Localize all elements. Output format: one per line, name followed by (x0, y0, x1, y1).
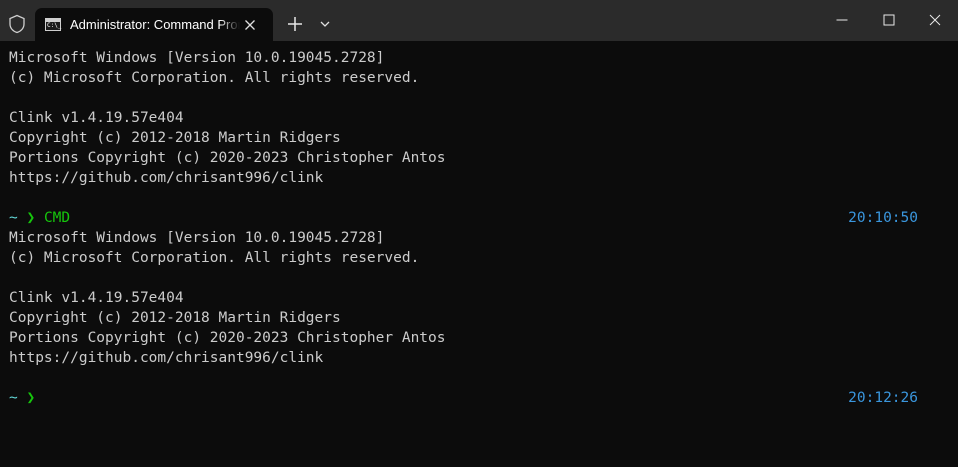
output-line: Copyright (c) 2012-2018 Martin Ridgers (9, 310, 341, 326)
prompt-time: 20:10:50 (848, 210, 918, 226)
tab-dropdown-button[interactable] (315, 14, 335, 34)
terminal-output[interactable]: Microsoft Windows [Version 10.0.19045.27… (0, 41, 958, 467)
chevron-down-icon (320, 21, 330, 27)
prompt-tilde: ~ (9, 390, 18, 406)
maximize-icon (883, 14, 895, 26)
plus-icon (288, 17, 302, 31)
output-line: Copyright (c) 2012-2018 Martin Ridgers (9, 130, 341, 146)
terminal-window: C:\_ Administrator: Command Prompt (0, 0, 958, 467)
minimize-button[interactable] (819, 0, 865, 41)
output-line: https://github.com/chrisant996/clink (9, 170, 324, 186)
output-line: (c) Microsoft Corporation. All rights re… (9, 250, 420, 266)
output-line: Clink v1.4.19.57e404 (9, 110, 184, 126)
prompt-tilde: ~ (9, 210, 18, 226)
title-bar[interactable]: C:\_ Administrator: Command Prompt (0, 0, 958, 41)
output-line: Microsoft Windows [Version 10.0.19045.27… (9, 50, 385, 66)
minimize-icon (836, 19, 848, 21)
window-close-icon (929, 14, 941, 26)
output-line: Portions Copyright (c) 2020-2023 Christo… (9, 150, 446, 166)
prompt-time: 20:12:26 (848, 390, 918, 406)
output-line: Microsoft Windows [Version 10.0.19045.27… (9, 230, 385, 246)
shield-icon (8, 14, 26, 34)
prompt-chevron-icon: ❯ (26, 390, 36, 406)
prompt-line[interactable]: ~ ❯ (9, 388, 44, 408)
maximize-button[interactable] (866, 0, 912, 41)
prompt-chevron-icon: ❯ (26, 210, 36, 226)
output-line: https://github.com/chrisant996/clink (9, 350, 324, 366)
output-line: Portions Copyright (c) 2020-2023 Christo… (9, 330, 446, 346)
tab-command-prompt[interactable]: C:\_ Administrator: Command Prompt (35, 8, 273, 41)
cmd-icon: C:\_ (45, 18, 61, 31)
output-line: (c) Microsoft Corporation. All rights re… (9, 70, 420, 86)
new-tab-button[interactable] (283, 12, 307, 36)
close-icon[interactable] (241, 16, 259, 34)
prompt-line: ~ ❯ CMD (9, 208, 70, 228)
tab-title: Administrator: Command Prompt (70, 17, 240, 32)
prompt-command: CMD (43, 210, 71, 226)
output-line: Clink v1.4.19.57e404 (9, 290, 184, 306)
window-close-button[interactable] (912, 0, 958, 41)
